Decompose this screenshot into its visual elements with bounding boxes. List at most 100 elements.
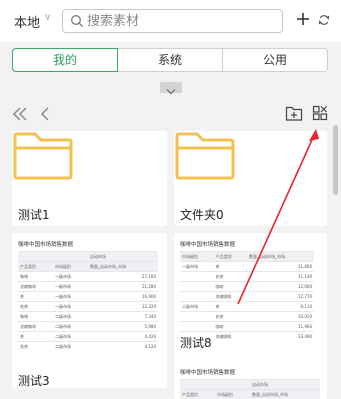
table-cell: 浓缩咖啡: [213, 331, 247, 341]
table-cell: [180, 321, 214, 332]
sheet-title: 咖啡中国市场销售数据: [180, 242, 236, 248]
asset-card[interactable]: 测试1: [12, 131, 167, 226]
add-icon[interactable]: [296, 12, 310, 26]
table-header-cell: 市场级别: [180, 251, 214, 262]
table-cell: 茶: [213, 261, 247, 272]
table-cell: 一级市场: [53, 271, 88, 282]
table-cell: 咖啡: [213, 281, 247, 292]
table-cell: 12,770: [247, 291, 314, 302]
table-cell: 11,960: [247, 321, 314, 332]
tab-mine[interactable]: 我的: [12, 48, 118, 72]
table-row: 花茶 二级市场 4,120: [18, 341, 158, 351]
asset-card[interactable]: 咖啡中国市场销售数据 自动市场 产品类别 市场级别 数量_自动市场_市场 咖啡一…: [12, 233, 167, 388]
table-cell: 21,280: [88, 281, 158, 292]
table-cell: 12,320: [88, 301, 158, 312]
table-cell: 二级市场: [53, 341, 88, 351]
search-input[interactable]: [87, 12, 277, 30]
table-cell: 咖啡: [18, 271, 53, 282]
table-row: 咖啡 12,000: [180, 281, 314, 292]
table-header-cell: 数量_自动市场_市场: [247, 251, 314, 262]
search-icon: [71, 15, 83, 27]
table-row: 二级市场茶 9,110: [180, 301, 314, 312]
table-cell: [53, 251, 88, 262]
card-label: 文件夹0: [180, 208, 224, 222]
table-row: 茶一级市场 16,900: [18, 291, 158, 302]
table-cell: 浓缩咖啡: [18, 281, 53, 292]
table-header-cell: 市场级别: [53, 261, 88, 272]
view-mode-icon[interactable]: [312, 105, 328, 121]
table-header-cell: 产品类别: [18, 261, 53, 272]
card-label: 测试8: [180, 336, 212, 350]
chevron-down-icon[interactable]: ∨: [44, 12, 51, 23]
location-selector[interactable]: 本地: [14, 12, 40, 31]
asset-card[interactable]: 咖啡中国市场销售数据 市场级别 产品类别 数量_自动市场_市场 一级市场茶 11,…: [174, 233, 327, 381]
sheet-preview-thumbnail: 咖啡中国市场销售数据 自动市场 产品类别 市场级别 数量_自动市场_市场: [180, 368, 320, 399]
search-box[interactable]: [62, 9, 283, 33]
table-cell: 11,660: [247, 261, 314, 272]
table-cell: 9,110: [247, 301, 314, 312]
top-bar: 本地 ∨: [0, 0, 341, 42]
table-cell: 花茶: [213, 271, 247, 282]
sheet-table: 市场级别 产品类别 数量_自动市场_市场 一级市场茶 11,660 花茶 11,14…: [180, 251, 314, 341]
table-cell: 16,900: [88, 291, 158, 302]
folder-icon: [175, 132, 235, 180]
table-cell: 12,000: [247, 281, 314, 292]
table-cell: 一级市场: [180, 261, 214, 272]
table-cell: 花茶: [18, 341, 53, 351]
table-cell: 二级市场: [53, 311, 88, 322]
sheet-preview-thumbnail: 咖啡中国市场销售数据 自动市场 产品类别 市场级别 数量_自动市场_市场 咖啡一…: [18, 240, 158, 351]
tab-system[interactable]: 系统: [118, 48, 223, 72]
table-cell: 花茶: [18, 301, 53, 312]
table-cell: [215, 379, 250, 390]
chevron-down-icon: [166, 89, 176, 95]
sheet-title: 咖啡中国市场销售数据: [180, 370, 236, 376]
table-header-cell: 数量_自动市场_市场: [250, 389, 320, 399]
table-cell: 浓缩咖啡: [18, 321, 53, 332]
asset-card[interactable]: 文件夹0: [174, 131, 327, 226]
card-label: 测试3: [18, 374, 50, 388]
table-row: 咖啡 一级市场 27,160: [18, 271, 158, 282]
table-cell: 茶: [213, 301, 247, 312]
table-cell: 13,490: [247, 331, 314, 341]
table-cell: 二级市场: [53, 321, 88, 332]
sheet-title: 咖啡中国市场销售数据: [18, 242, 74, 248]
table-header-cell: 市场级别: [215, 389, 250, 399]
sheet-table: 自动市场 产品类别 市场级别 数量_自动市场_市场 咖啡 一级市场 27,160 浓…: [18, 251, 158, 351]
sheet-preview-thumbnail: 咖啡中国市场销售数据 市场级别 产品类别 数量_自动市场_市场 一级市场茶 11,…: [180, 240, 314, 341]
refresh-icon[interactable]: [318, 14, 330, 26]
table-cell: 4,120: [88, 341, 158, 351]
table-header-cell: 自动市场: [250, 379, 320, 390]
tab-public[interactable]: 公用: [223, 48, 328, 72]
back-to-root-icon[interactable]: [12, 106, 28, 122]
table-cell: [18, 251, 53, 262]
table-row: 一级市场茶 11,660: [180, 261, 314, 272]
table-row: 浓缩咖啡 一级市场 21,280: [18, 281, 158, 292]
table-row: 咖啡 二级市场 7,340: [18, 311, 158, 322]
table-cell: 7,340: [88, 311, 158, 322]
table-cell: 11,140: [247, 271, 314, 282]
table-row: 浓缩咖啡 12,770: [180, 291, 314, 302]
collapse-toggle-button[interactable]: [160, 82, 182, 95]
table-cell: 二级市场: [180, 301, 214, 312]
table-cell: 咖啡: [213, 321, 247, 332]
scrollbar[interactable]: [333, 125, 338, 195]
category-tabs: 我的 系统 公用: [12, 48, 328, 72]
table-cell: 一级市场: [53, 291, 88, 302]
table-cell: 二级市场: [53, 331, 88, 342]
table-header-cell: 产品类别: [180, 389, 215, 399]
table-row: 咖啡 11,960: [180, 321, 314, 332]
asset-card[interactable]: 咖啡中国市场销售数据 自动市场 产品类别 市场级别 数量_自动市场_市场: [174, 361, 327, 399]
table-cell: 咖啡: [18, 311, 53, 322]
table-row: 茶二级市场 4,420: [18, 331, 158, 342]
table-header-cell: 数量_自动市场_市场: [88, 261, 158, 272]
table-cell: [180, 271, 214, 282]
new-folder-icon[interactable]: [285, 105, 303, 122]
back-icon[interactable]: [39, 106, 51, 122]
table-cell: 27,160: [88, 271, 158, 282]
table-cell: 一级市场: [53, 301, 88, 312]
card-label: 测试1: [18, 208, 50, 222]
table-cell: 茶: [18, 331, 53, 342]
table-cell: [180, 291, 214, 302]
table-cell: 4,420: [88, 331, 158, 342]
table-cell: 花茶: [213, 311, 247, 322]
